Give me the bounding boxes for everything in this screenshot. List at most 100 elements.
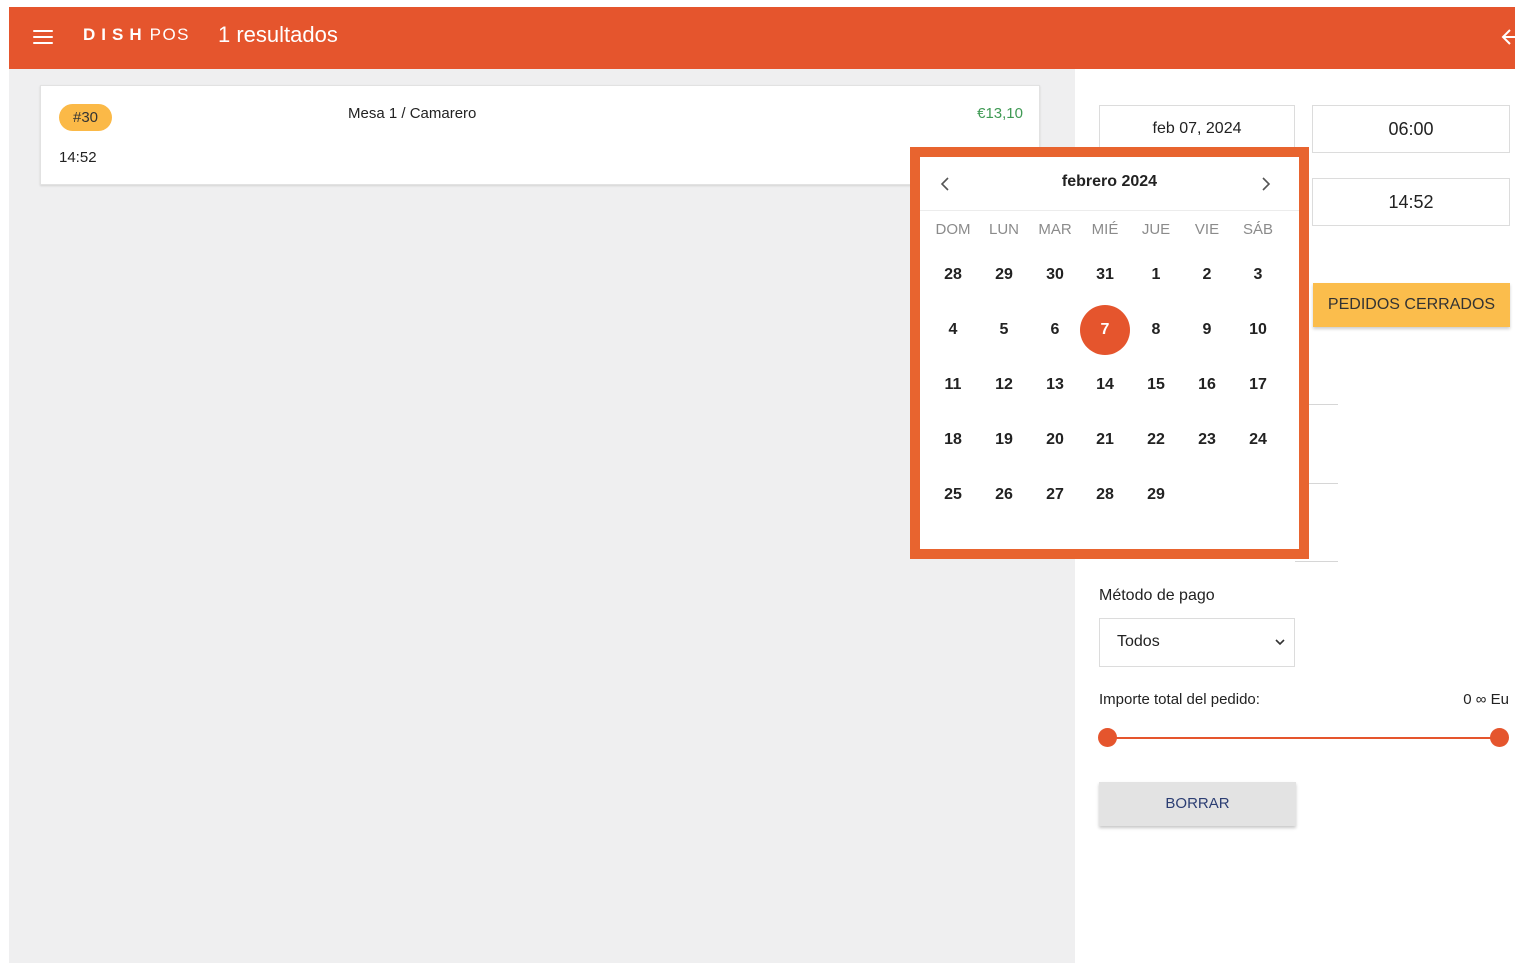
calendar-day-label: 9 — [1202, 321, 1212, 338]
calendar-day[interactable]: 28 — [928, 250, 978, 300]
calendar-day[interactable]: 27 — [1030, 470, 1080, 520]
calendar-day[interactable]: 23 — [1182, 415, 1232, 465]
calendar-day[interactable]: 2 — [1182, 250, 1232, 300]
calendar-day-label: 18 — [944, 431, 962, 448]
calendar-day[interactable]: 15 — [1131, 360, 1181, 410]
closed-orders-button[interactable]: PEDIDOS CERRADOS — [1313, 283, 1510, 327]
chevron-right-icon[interactable] — [1256, 173, 1276, 195]
calendar-day[interactable]: 26 — [979, 470, 1029, 520]
order-total-slider-track[interactable] — [1107, 737, 1499, 739]
order-number-badge: #30 — [59, 104, 112, 131]
calendar-day-label: 21 — [1096, 431, 1114, 448]
calendar-day[interactable]: 31 — [1080, 250, 1130, 300]
weekday-header: MAR — [1038, 221, 1072, 238]
weekday-header: SÁB — [1242, 221, 1273, 238]
calendar-day-label: 13 — [1046, 376, 1064, 393]
chevron-down-icon — [1275, 639, 1285, 646]
weekday-header: LUN — [988, 221, 1019, 238]
calendar-day[interactable]: 18 — [928, 415, 978, 465]
calendar-day[interactable]: 10 — [1233, 305, 1283, 355]
calendar-day-label: 16 — [1198, 376, 1216, 393]
calendar-day[interactable]: 30 — [1030, 250, 1080, 300]
calendar-day-label: 10 — [1249, 321, 1267, 338]
divider — [1295, 561, 1338, 562]
calendar-day-label: 28 — [1096, 486, 1114, 503]
calendar-day-label: 11 — [944, 376, 962, 393]
calendar-day-label: 19 — [995, 431, 1013, 448]
calendar-day-label: 1 — [1151, 266, 1161, 283]
weekday-header: DOM — [935, 221, 971, 238]
calendar-day[interactable]: 24 — [1233, 415, 1283, 465]
calendar-day-label: 6 — [1050, 321, 1060, 338]
calendar-day-label: 27 — [1046, 486, 1064, 503]
calendar-day[interactable]: 22 — [1131, 415, 1181, 465]
calendar-header: febrero 2024 — [920, 157, 1299, 211]
calendar-day[interactable]: 6 — [1030, 305, 1080, 355]
order-total-min-handle[interactable] — [1098, 728, 1117, 747]
calendar-day-label: 23 — [1198, 431, 1216, 448]
calendar-day-label: 22 — [1147, 431, 1165, 448]
calendar-day-label: 24 — [1249, 431, 1267, 448]
calendar-day-label: 3 — [1253, 266, 1263, 283]
calendar-day[interactable]: 12 — [979, 360, 1029, 410]
brand-logo-bold: DISH — [83, 25, 148, 44]
order-table-waiter: Mesa 1 / Camarero — [348, 105, 477, 122]
calendar-day[interactable]: 3 — [1233, 250, 1283, 300]
date-field[interactable]: feb 07, 2024 — [1099, 105, 1295, 153]
calendar-day-label: 28 — [944, 266, 962, 283]
calendar-day-label: 5 — [999, 321, 1009, 338]
back-arrow-icon[interactable] — [1501, 27, 1515, 47]
calendar-day[interactable]: 20 — [1030, 415, 1080, 465]
calendar-day[interactable]: 28 — [1080, 470, 1130, 520]
weekday-header: MIÉ — [1091, 221, 1119, 238]
brand-logo-light: POS — [149, 25, 191, 44]
time-from-field[interactable]: 06:00 — [1312, 105, 1510, 153]
order-amount: €13,10 — [977, 105, 1023, 122]
calendar-day[interactable]: 5 — [979, 305, 1029, 355]
clear-button[interactable]: BORRAR — [1099, 782, 1296, 826]
app-window: DISH POS 1 resultados #30 Mesa 1 / Camar… — [9, 7, 1515, 963]
calendar-day-label: 8 — [1151, 321, 1161, 338]
calendar-day-label: 26 — [995, 486, 1013, 503]
order-time: 14:52 — [59, 149, 97, 166]
calendar-day-label: 25 — [944, 486, 962, 503]
calendar-day[interactable]: 9 — [1182, 305, 1232, 355]
calendar-day[interactable]: 21 — [1080, 415, 1130, 465]
calendar-day-label: 29 — [1147, 486, 1165, 503]
payment-method-label: Método de pago — [1099, 587, 1215, 604]
calendar-day-label: 14 — [1096, 376, 1114, 393]
calendar-day-label: 17 — [1249, 376, 1267, 393]
date-picker-popup: febrero 2024 DOM LUN MAR MIÉ JUE VIE SÁB 28 29 30… — [910, 147, 1309, 559]
payment-method-value: Todos — [1117, 633, 1160, 650]
calendar-day-label: 30 — [1046, 266, 1064, 283]
payment-method-select[interactable]: Todos — [1099, 618, 1295, 667]
calendar-day[interactable]: 16 — [1182, 360, 1232, 410]
calendar-day[interactable]: 25 — [928, 470, 978, 520]
calendar-day-label: 7 — [1100, 321, 1110, 338]
calendar-day[interactable]: 19 — [979, 415, 1029, 465]
calendar-day-label: 2 — [1202, 266, 1212, 283]
brand-logo: DISH POS — [83, 25, 190, 49]
calendar-day[interactable]: 29 — [979, 250, 1029, 300]
calendar-day[interactable]: 1 — [1131, 250, 1181, 300]
order-total-value: 0 ∞ Eu — [1463, 691, 1509, 708]
calendar-day-selected[interactable]: 7 — [1080, 305, 1130, 355]
calendar-month-label: febrero 2024 — [1061, 173, 1158, 190]
time-to-field[interactable]: 14:52 — [1312, 178, 1510, 226]
hamburger-menu-icon[interactable] — [33, 29, 53, 45]
calendar-day[interactable]: 13 — [1030, 360, 1080, 410]
order-total-max-handle[interactable] — [1490, 728, 1509, 747]
calendar-day[interactable]: 4 — [928, 305, 978, 355]
calendar-day[interactable]: 17 — [1233, 360, 1283, 410]
calendar-day[interactable]: 29 — [1131, 470, 1181, 520]
order-card[interactable]: #30 Mesa 1 / Camarero €13,10 14:52 — [40, 85, 1040, 185]
calendar-day[interactable]: 14 — [1080, 360, 1130, 410]
calendar-day[interactable]: 8 — [1131, 305, 1181, 355]
top-app-bar: DISH POS 1 resultados — [9, 7, 1515, 69]
calendar-day-label: 15 — [1147, 376, 1165, 393]
calendar-day[interactable]: 11 — [928, 360, 978, 410]
calendar-day-label: 31 — [1096, 266, 1114, 283]
calendar-day-label: 29 — [995, 266, 1013, 283]
weekday-header: VIE — [1194, 221, 1220, 238]
weekday-header: JUE — [1141, 221, 1171, 238]
